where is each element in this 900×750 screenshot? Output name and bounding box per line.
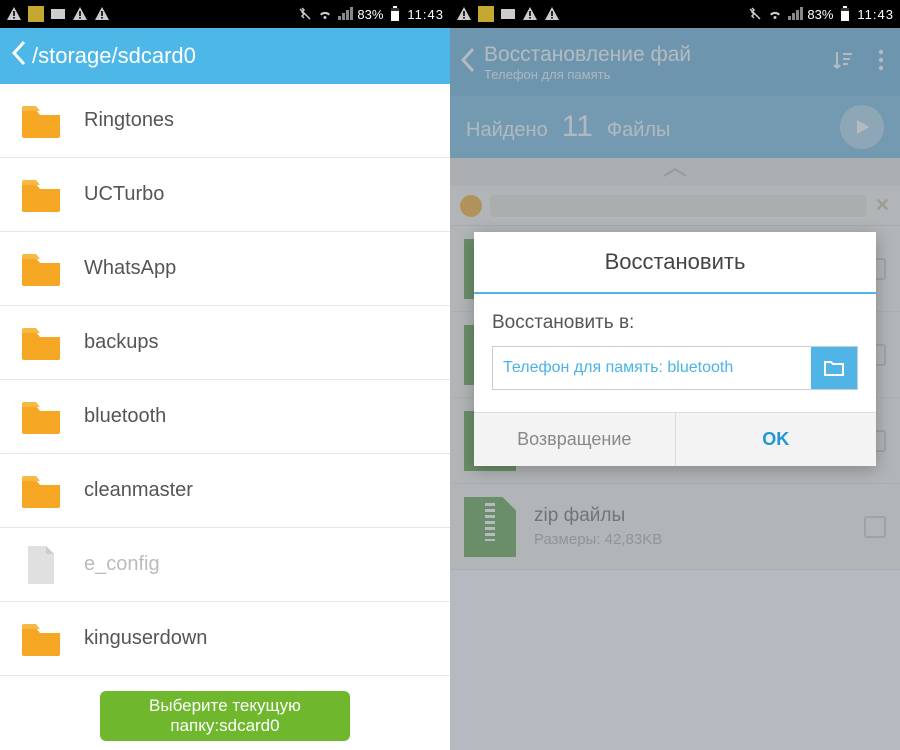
signal-icon [337,6,353,22]
picture-icon [50,6,66,22]
folder-label: Ringtones [84,109,174,132]
battery-icon [387,6,403,22]
folder-icon [20,252,62,286]
folder-item-cleanmaster[interactable]: cleanmaster [0,454,450,528]
warning-icon [544,6,560,22]
phone-left: 83% 11:43 /storage/sdcard0 Ringtones UCT… [0,0,450,750]
picture-icon [500,6,516,22]
vibrate-icon [747,6,763,22]
folder-label: UCTurbo [84,183,164,206]
status-right-icons: 83% 11:43 [747,6,894,22]
warning-icon [6,6,22,22]
battery-percent: 83% [807,7,833,22]
folder-icon [20,104,62,138]
folder-label: backups [84,331,159,354]
dialog-buttons: Возвращение OK [474,412,876,466]
folder-icon [20,474,62,508]
folder-icon [20,178,62,212]
select-button-line1: Выберите текущую [149,696,301,716]
folder-item-whatsapp[interactable]: WhatsApp [0,232,450,306]
folder-label: kinguserdown [84,627,207,650]
status-bar: 83% 11:43 [450,0,900,28]
folder-item-ringtones[interactable]: Ringtones [0,84,450,158]
status-right-icons: 83% 11:43 [297,6,444,22]
dialog-title: Восстановить [474,232,876,294]
warning-icon [94,6,110,22]
ok-button[interactable]: OK [676,413,877,466]
file-item-econfig[interactable]: e_config [0,528,450,602]
select-button-line2: папку:sdcard0 [170,716,279,736]
folder-item-ucturbo[interactable]: UCTurbo [0,158,450,232]
battery-percent: 83% [357,7,383,22]
folder-icon [20,326,62,360]
dialog-path-value: Телефон для память: bluetooth [493,347,811,389]
vibrate-icon [297,6,313,22]
battery-icon [837,6,853,22]
app-badge-icon [478,6,494,22]
folder-icon [20,622,62,656]
current-path: /storage/sdcard0 [32,43,196,69]
status-left-icons [456,6,560,22]
folder-open-icon [823,359,845,377]
select-current-folder-button[interactable]: Выберите текущую папку:sdcard0 [100,691,350,741]
clock: 11:43 [407,7,444,22]
restore-dialog: Восстановить Восстановить в: Телефон для… [474,232,876,466]
browse-folder-button[interactable] [811,347,857,389]
app-badge-icon [28,6,44,22]
folder-item-backups[interactable]: backups [0,306,450,380]
file-icon [24,544,58,586]
dialog-body: Восстановить в: Телефон для память: blue… [474,294,876,412]
warning-icon [72,6,88,22]
signal-icon [787,6,803,22]
cancel-button[interactable]: Возвращение [474,413,676,466]
file-label: e_config [84,553,160,576]
warning-icon [456,6,472,22]
wifi-icon [767,6,783,22]
phone-right: 83% 11:43 Восстановление фай Телефон для… [450,0,900,750]
path-header[interactable]: /storage/sdcard0 [0,28,450,84]
dialog-label: Восстановить в: [492,312,858,334]
folder-label: WhatsApp [84,257,176,280]
folder-icon [20,400,62,434]
warning-icon [522,6,538,22]
folder-list: Ringtones UCTurbo WhatsApp backups bluet… [0,84,450,676]
folder-label: bluetooth [84,405,166,428]
clock: 11:43 [857,7,894,22]
wifi-icon [317,6,333,22]
dialog-path-input[interactable]: Телефон для память: bluetooth [492,346,858,390]
select-footer: Выберите текущую папку:sdcard0 [0,680,450,750]
status-bar: 83% 11:43 [0,0,450,28]
folder-item-kinguserdown[interactable]: kinguserdown [0,602,450,676]
back-icon[interactable] [10,39,28,73]
folder-item-bluetooth[interactable]: bluetooth [0,380,450,454]
status-left-icons [6,6,110,22]
folder-label: cleanmaster [84,479,193,502]
